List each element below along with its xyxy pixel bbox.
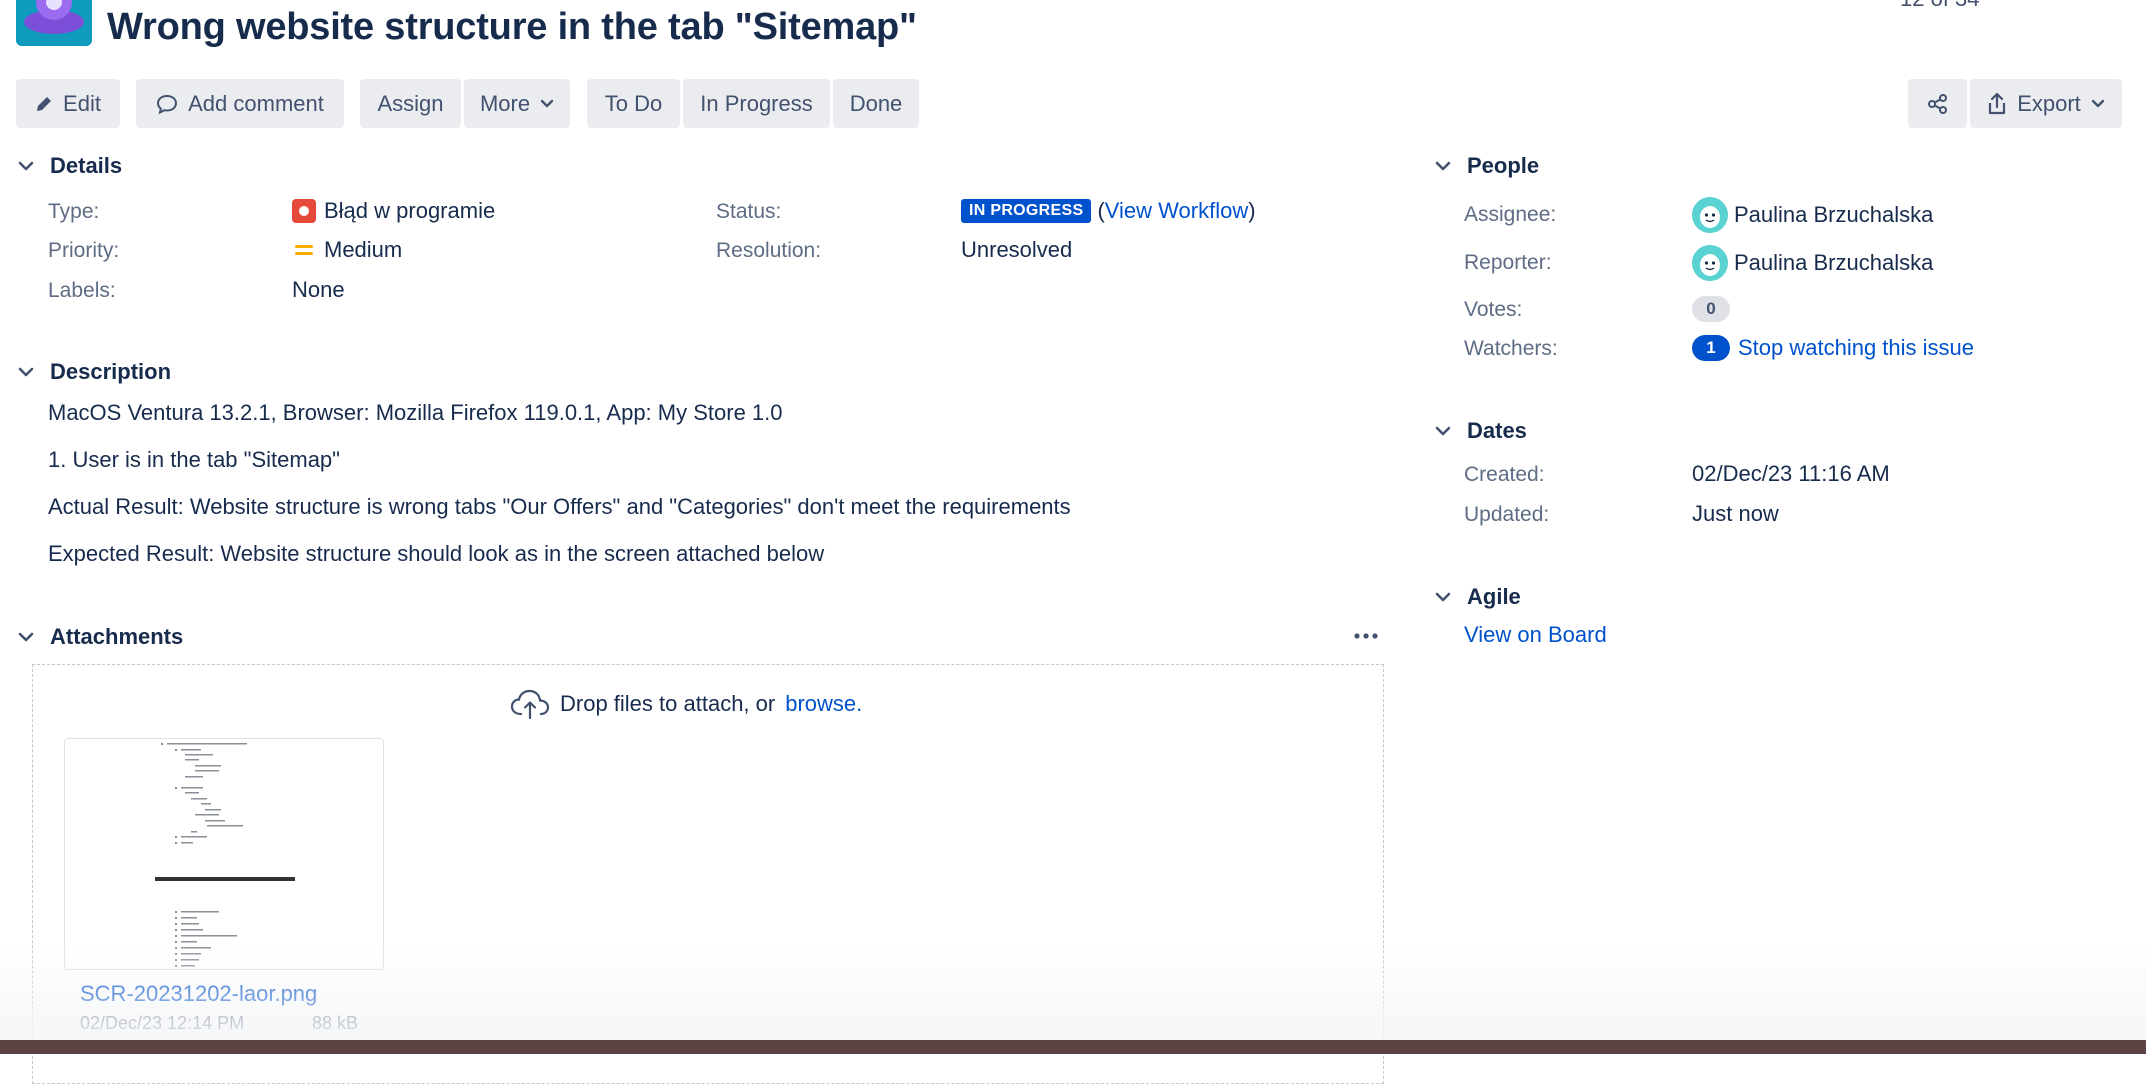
updated-label: Updated: [1464,503,1550,526]
type-text: Błąd w programie [324,198,496,223]
labels-label: Labels: [48,279,116,302]
updated-value: Just now [1692,501,1779,526]
resolution-label: Resolution: [716,239,822,262]
assign-label: Assign [377,90,444,116]
more-button[interactable]: More [464,79,570,128]
edit-label: Edit [63,90,101,116]
comment-icon [157,94,178,114]
attachment-size: 88 kB [312,1013,359,1033]
window-bottom-edge [0,1040,2146,1054]
more-label: More [479,90,531,116]
description-line: Expected Result: Website structure shoul… [48,541,825,566]
add-comment-label: Add comment [188,90,324,116]
edit-button[interactable]: Edit [16,79,120,128]
chevron-down-icon [2091,99,2104,107]
dates-heading: Dates [1467,418,1527,443]
in-progress-label: In Progress [700,90,813,116]
avatar [1692,197,1728,233]
assignee-label: Assignee: [1464,203,1557,226]
description-line: 1. User is in the tab "Sitemap" [48,447,340,472]
description-line: Actual Result: Website structure is wron… [48,494,1071,519]
share-icon [1927,93,1947,114]
chevron-down-icon [16,627,36,647]
attachment-thumbnail[interactable] [64,738,384,970]
avatar [1692,245,1728,281]
assignee-name: Paulina Brzuchalska [1734,202,1934,227]
cloud-upload-icon [510,689,550,720]
priority-medium-icon [295,245,313,255]
type-value: Błąd w programie [292,198,495,224]
watchers-count[interactable]: 1 [1692,335,1730,361]
todo-button[interactable]: To Do [587,79,680,128]
priority-value: Medium [292,237,402,263]
status-label: Status: [716,200,782,223]
status-badge: IN PROGRESS [961,199,1092,223]
project-avatar [16,0,92,46]
todo-label: To Do [604,90,663,116]
people-section-toggle[interactable]: People [1433,153,1539,179]
votes-value[interactable]: 0 [1692,296,1730,322]
dates-section-toggle[interactable]: Dates [1433,418,1527,444]
status-value: IN PROGRESS ( View Workflow ) [961,198,1256,224]
attachment-filename-link[interactable]: SCR-20231202-laor.png [80,981,317,1007]
agile-section-toggle[interactable]: Agile [1433,584,1521,610]
agile-heading: Agile [1467,584,1521,609]
chevron-down-icon [1433,587,1453,607]
export-icon [1989,92,2006,114]
image-preview [155,743,295,967]
chevron-down-icon [540,99,554,107]
issue-pager[interactable]: 12 of 34 [1900,0,1980,12]
votes-label: Votes: [1464,298,1523,321]
in-progress-button[interactable]: In Progress [683,79,830,128]
done-button[interactable]: Done [833,79,919,128]
description-heading: Description [50,359,172,384]
reporter-label: Reporter: [1464,251,1552,274]
bug-icon [292,199,316,223]
priority-label: Priority: [48,239,120,262]
attachments-heading: Attachments [50,624,184,649]
attachments-more-icon[interactable] [1350,626,1382,646]
done-label: Done [849,90,903,116]
stop-watching-link[interactable]: Stop watching this issue [1738,335,1974,361]
resolution-value: Unresolved [961,237,1073,262]
view-on-board-link[interactable]: View on Board [1464,622,1607,648]
status-close-paren: ) [1248,198,1256,223]
pager-text: 12 of 34 [1900,0,1980,11]
status-open-paren: ( [1097,198,1105,223]
priority-text: Medium [324,237,403,262]
description-line: MacOS Ventura 13.2.1, Browser: Mozilla F… [48,400,783,425]
chevron-down-icon [1433,156,1453,176]
people-heading: People [1467,153,1540,178]
description-section-toggle[interactable]: Description [16,359,171,385]
labels-value: None [292,277,345,302]
attachments-section-toggle[interactable]: Attachments [16,624,183,650]
created-label: Created: [1464,463,1545,486]
pencil-icon [37,96,52,111]
watchers-value: 1 Stop watching this issue [1692,335,1974,361]
type-label: Type: [48,200,100,223]
add-comment-button[interactable]: Add comment [136,79,344,128]
chevron-down-icon [16,156,36,176]
reporter-value[interactable]: Paulina Brzuchalska [1692,245,1933,281]
export-label: Export [2017,90,2081,116]
export-button[interactable]: Export [1970,79,2122,128]
drop-text: Drop files to attach, or [560,691,776,716]
issue-title: Wrong website structure in the tab "Site… [107,6,917,48]
share-button[interactable] [1908,79,1967,128]
assignee-value[interactable]: Paulina Brzuchalska [1692,197,1933,233]
assign-button[interactable]: Assign [360,79,461,128]
browse-link[interactable]: browse. [785,691,862,717]
watchers-label: Watchers: [1464,337,1558,360]
chevron-down-icon [1433,421,1453,441]
attachment-date: 02/Dec/23 12:14 PM [80,1013,245,1033]
details-section-toggle[interactable]: Details [16,153,122,179]
chevron-down-icon [16,362,36,382]
created-value: 02/Dec/23 11:16 AM [1692,461,1890,486]
votes-count: 0 [1692,296,1730,322]
reporter-name: Paulina Brzuchalska [1734,250,1934,275]
drop-files-area: Drop files to attach, or browse. [510,688,862,720]
details-heading: Details [50,153,123,178]
view-workflow-link[interactable]: View Workflow [1105,198,1248,224]
